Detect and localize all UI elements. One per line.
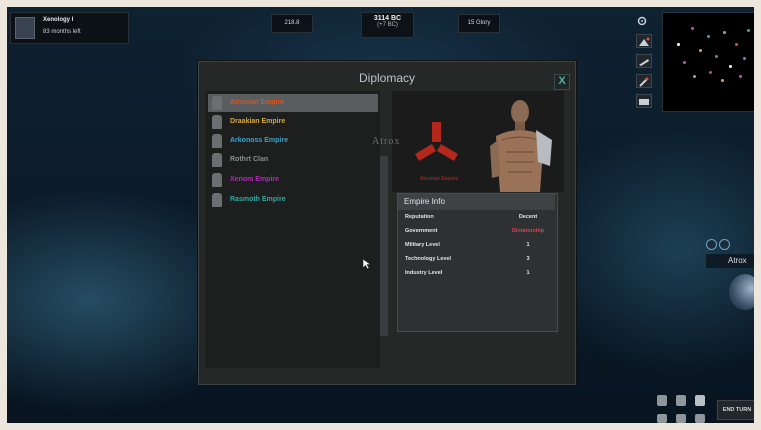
planet-atrox[interactable]	[729, 274, 761, 310]
empire-avatar-icon	[212, 193, 222, 207]
potion-icon[interactable]	[676, 395, 686, 406]
empire-info-row: Reputation Decent	[405, 212, 551, 222]
empire-name: Draakian Empire	[230, 118, 286, 125]
info-value: Dictatorship	[511, 228, 545, 234]
window-title: Diplomacy	[358, 71, 415, 85]
empire-avatar-icon	[212, 153, 222, 167]
empire-info-header: Empire Info	[398, 194, 555, 210]
research-icon[interactable]	[636, 74, 652, 88]
empire-avatar-icon	[212, 173, 222, 187]
emblem-caption: Atroxian Empire	[419, 176, 459, 182]
empire-name: Rasmoth Empire	[230, 196, 286, 203]
shield-icon[interactable]	[719, 239, 730, 250]
list-scrollbar[interactable]	[380, 156, 388, 336]
info-value: 1	[526, 242, 530, 248]
fleet-icon[interactable]	[706, 239, 717, 250]
empire-name: Atroxian Empire	[230, 99, 285, 106]
info-label: Reputation	[405, 214, 434, 220]
planet-icon[interactable]	[636, 34, 652, 48]
empire-name: Xenom Empire	[230, 176, 280, 183]
info-value: Decent	[518, 214, 538, 220]
player-name: Xenology I	[43, 17, 74, 23]
empire-watermark: Atrox	[372, 136, 401, 147]
empire-list-item[interactable]: Draakian Empire	[208, 113, 378, 131]
empire-avatar-icon	[212, 115, 222, 129]
empire-info-title: Empire Info	[404, 197, 445, 206]
info-label: Government	[405, 228, 438, 234]
empire-emblem-icon	[415, 122, 458, 161]
year-value: 3114 BC	[373, 15, 402, 22]
info-value: 3	[526, 256, 530, 262]
player-panel[interactable]: Xenology I 83 months left	[10, 12, 129, 44]
empire-list-item[interactable]: Arkonoss Empire	[208, 132, 378, 150]
computer-icon[interactable]	[657, 414, 667, 423]
empire-list-item[interactable]: Xenom Empire	[208, 171, 378, 189]
card-icon[interactable]	[636, 94, 652, 108]
ship-icon[interactable]	[636, 54, 652, 68]
year-delta: (+7 BC)	[377, 22, 398, 28]
year-display: 3114 BC (+7 BC)	[361, 12, 414, 38]
empire-name: Rothrt Clan	[230, 156, 269, 163]
system-label[interactable]: Atrox	[706, 254, 761, 268]
credits-counter: 218.8	[271, 14, 313, 33]
info-label: Industry Level	[405, 270, 443, 276]
mouse-cursor-icon	[362, 258, 372, 270]
agent-icon[interactable]	[695, 414, 705, 423]
leader-portrait	[490, 100, 552, 192]
empire-list-item[interactable]: Rothrt Clan	[208, 151, 378, 169]
glory-counter: 15 Glory	[458, 14, 500, 33]
eye-icon[interactable]	[676, 414, 686, 423]
empire-list-item[interactable]: Atroxian Empire	[208, 94, 378, 112]
player-status: 83 months left	[43, 29, 81, 35]
close-button[interactable]: X	[554, 74, 570, 90]
empire-avatar-icon	[212, 134, 222, 148]
empire-name: Arkonoss Empire	[230, 137, 288, 144]
info-label: Military Level	[405, 242, 440, 248]
minimap[interactable]	[662, 12, 756, 112]
empire-info-row: Government Dictatorship	[405, 226, 551, 236]
info-label: Technology Level	[405, 256, 452, 262]
empire-avatar-icon	[212, 96, 222, 110]
end-turn-button[interactable]: END TURN	[717, 400, 757, 420]
empire-info-row: Technology Level 3	[405, 254, 551, 264]
leader-icon[interactable]	[657, 395, 667, 406]
info-value: 1	[526, 270, 530, 276]
empire-list-item[interactable]: Rasmoth Empire	[208, 191, 378, 209]
empire-info-row: Military Level 1	[405, 240, 551, 250]
player-avatar	[15, 17, 35, 39]
empire-info-row: Industry Level 1	[405, 268, 551, 278]
chat-icon[interactable]	[695, 395, 705, 406]
settings-icon[interactable]	[636, 14, 650, 26]
